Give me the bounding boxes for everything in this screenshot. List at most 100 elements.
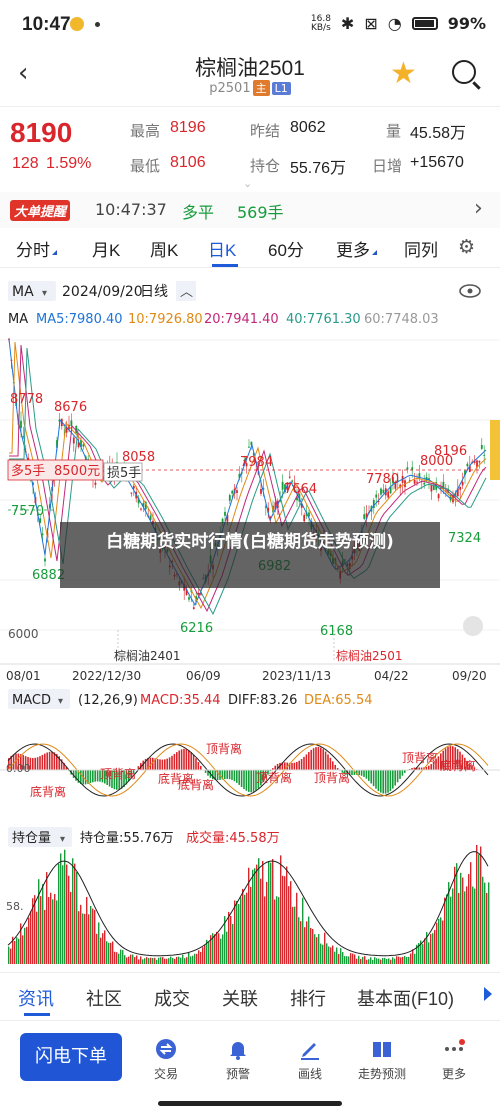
alert-button[interactable]: 预警 [208,1037,268,1082]
macd-bar [312,748,315,770]
open-interest-value: 55.76万 [290,160,347,177]
macd-bar [84,770,87,785]
flash-order-button[interactable]: 闪电下单 [20,1033,122,1081]
macd-bar [41,754,44,770]
volume-bar [376,958,378,964]
volume-bar [152,957,154,964]
level-tag: L1 [271,82,291,95]
volume-bar [404,956,406,964]
candle [375,494,378,498]
trade-button[interactable]: 交易 [136,1037,196,1082]
macd-bottom-div-3: 底背离 [178,777,214,792]
tab-minute[interactable]: 分时 [16,236,50,261]
candle [466,463,469,467]
volume-bar [480,846,482,964]
volume-bar [308,916,310,964]
macd-bar [300,758,303,770]
volume-bar [208,941,210,964]
macd-bar [89,770,92,784]
volume-bar [474,888,476,964]
oi-select-label: 持仓量 [12,831,51,846]
volume-bar [370,957,372,964]
volume-bar [76,872,78,964]
favorite-star-icon[interactable]: ★ [390,56,417,91]
macd-bar [240,770,243,788]
macd-bar [329,757,332,770]
tab-trades[interactable]: 成交 [154,985,190,1011]
tab-ranking[interactable]: 排行 [290,985,326,1011]
volume-bar [222,934,224,964]
macd-bar [164,759,166,770]
volume-bar [166,958,168,964]
volume-bar [410,953,412,964]
volume-bar [46,872,48,964]
macd-bar [274,765,276,770]
scroll-right-icon[interactable] [484,987,492,1001]
high-label: 最高 [130,123,161,140]
volume-bar [104,930,106,964]
ma60-value: 60:7748.03 [364,312,439,327]
ma5-value: MA5:7980.40 [36,312,123,327]
volume-bar [80,904,82,964]
volume-bar [374,957,376,964]
candle [248,446,250,448]
volume-bar [48,897,50,964]
tab-fundamentals[interactable]: 基本面(F10) [357,985,454,1011]
volume-bar [14,940,16,964]
tab-week-k[interactable]: 周K [150,236,178,261]
volume-bar [378,958,380,964]
settings-gear-icon[interactable]: ⚙ [458,236,475,258]
contract-code: p2501 [209,81,251,96]
tab-community[interactable]: 社区 [86,985,122,1011]
macd-bar [296,761,298,770]
candle [82,444,85,447]
price-label-6216: 6216 [180,621,213,636]
tab-month-k[interactable]: 月K [92,236,120,261]
tab-60min[interactable]: 60分 [268,236,304,261]
tab-more[interactable]: 更多 [336,236,370,261]
volume-bar [478,854,480,964]
search-icon[interactable] [452,60,476,84]
big-order-alert[interactable]: 大单提醒 10:47:37 多平 569手 › [0,192,500,228]
volume-bar [36,911,38,964]
tab-related[interactable]: 关联 [222,985,258,1011]
draw-line-button[interactable]: 画线 [280,1037,340,1082]
volume-bar [196,953,198,964]
macd-value: MACD:35.44 [140,693,221,708]
home-indicator [158,1101,342,1106]
volume-bar [154,957,156,964]
volume-bar [202,947,204,964]
volume-bar [462,877,464,964]
volume-bar [198,950,200,964]
expand-chevron-icon[interactable]: ⌄ [243,177,252,190]
trend-forecast-button[interactable]: 走势预测 [352,1037,412,1082]
candle [192,607,195,610]
volume-bar [84,913,86,964]
macd-bar [368,770,370,781]
macd-bar [48,751,51,770]
tab-news[interactable]: 资讯 [18,985,54,1011]
tab-day-k[interactable]: 日K [208,236,236,261]
reset-icon[interactable] [463,616,483,636]
kline-chart-area[interactable]: MA ▾ 2024/09/20 日线 ︿ MA MA5:7980.40 10:7… [0,270,500,970]
volume-bar [118,953,120,964]
price-label-7780: 7780 [366,472,399,487]
macd-bar [305,754,308,770]
indicator-select-label: MA [12,284,34,300]
volume-bar [112,941,114,964]
diff-value: DIFF:83.26 [228,693,297,708]
status-time: 10:47 [22,14,71,35]
trend-forecast-label: 走势预测 [357,1067,406,1081]
tab-peer[interactable]: 同列 [404,236,438,261]
open-interest-label: 持仓 [250,158,281,175]
right-edge-handle[interactable] [490,420,500,480]
more-button[interactable]: 更多 [424,1037,484,1082]
macd-bar [327,754,329,770]
volume-bar [294,906,296,964]
volume-bar [52,899,54,964]
daily-increase-label: 日增 [372,158,403,175]
volume-bar [412,949,414,964]
volume-bar [380,959,382,964]
volume-bar [262,860,264,964]
volume-bar [428,942,430,964]
